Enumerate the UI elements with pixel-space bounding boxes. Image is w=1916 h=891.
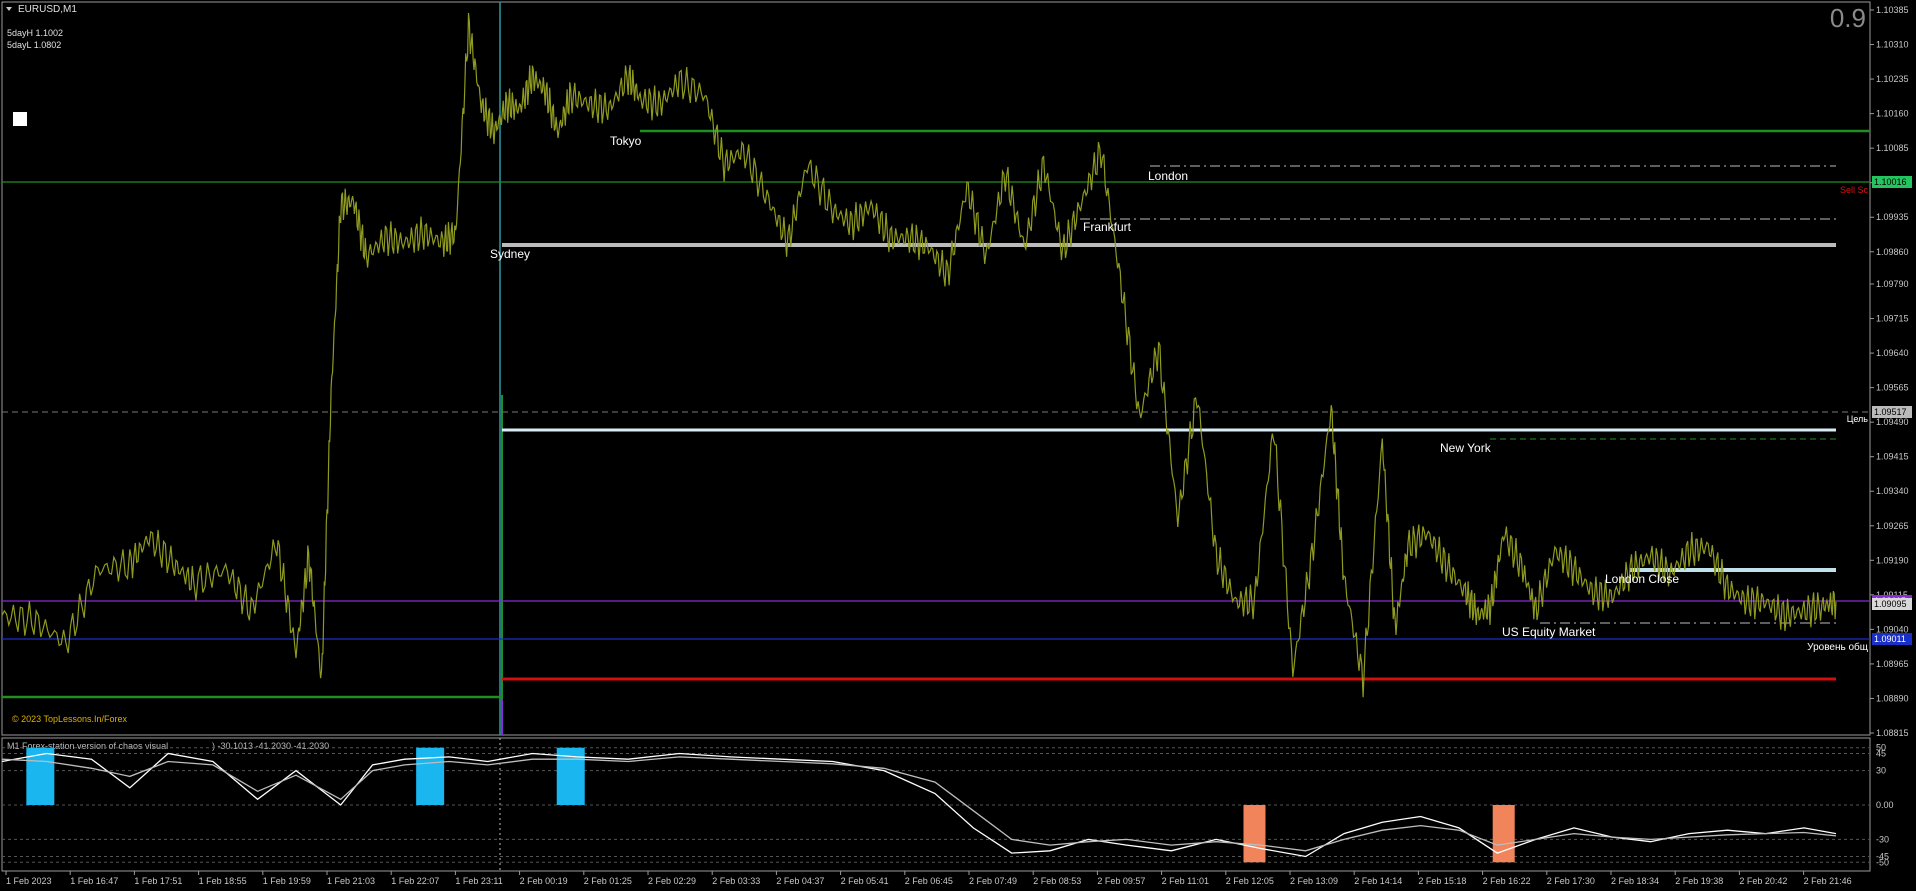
indicator-bar-positive bbox=[416, 747, 445, 805]
indicator-values: ) -30.1013 -41.2030 -41.2030 bbox=[212, 741, 329, 751]
time-axis-label: 1 Feb 21:03 bbox=[327, 876, 375, 886]
indicator-axis-label: 0.00 bbox=[1876, 800, 1894, 810]
level-label-target: Цель bbox=[1847, 414, 1869, 424]
time-axis-label: 2 Feb 20:42 bbox=[1739, 876, 1787, 886]
price-tag-green-text: 1.10016 bbox=[1874, 177, 1907, 187]
time-axis-label: 1 Feb 23:11 bbox=[455, 876, 502, 886]
time-axis-label: 2 Feb 09:57 bbox=[1097, 876, 1145, 886]
session-label-frankfurt: Frankfurt bbox=[1083, 220, 1132, 234]
price-axis-label: 1.09415 bbox=[1876, 452, 1909, 462]
time-axis-label: 1 Feb 19:59 bbox=[263, 876, 311, 886]
time-axis-label: 2 Feb 02:29 bbox=[648, 876, 696, 886]
session-label-new-york: New York bbox=[1440, 441, 1492, 455]
time-axis-label: 2 Feb 00:19 bbox=[520, 876, 568, 886]
time-axis-label: 2 Feb 11:01 bbox=[1162, 876, 1209, 886]
price-axis-label: 1.09640 bbox=[1876, 348, 1909, 358]
time-axis-label: 2 Feb 08:53 bbox=[1033, 876, 1081, 886]
session-label-us-equity: US Equity Market bbox=[1502, 625, 1596, 639]
price-axis-label: 1.09040 bbox=[1876, 624, 1909, 634]
indicator-bar-negative bbox=[1492, 805, 1515, 863]
time-axis-label: 2 Feb 15:18 bbox=[1418, 876, 1466, 886]
indicator-axis-label: -50 bbox=[1876, 857, 1889, 867]
level-label-sell: Sell Sc bbox=[1840, 185, 1869, 195]
price-tag-blue-text: 1.09011 bbox=[1874, 634, 1906, 644]
level-label-general: Уровень общ bbox=[1807, 641, 1868, 653]
price-tag-dash-text: 1.09517 bbox=[1874, 407, 1907, 417]
price-axis-label: 1.10385 bbox=[1876, 5, 1909, 15]
price-axis-label: 1.09860 bbox=[1876, 247, 1909, 257]
time-axis-label: 2 Feb 18:34 bbox=[1611, 876, 1659, 886]
time-axis-label: 1 Feb 18:55 bbox=[199, 876, 247, 886]
time-axis-label: 1 Feb 16:47 bbox=[70, 876, 118, 886]
time-axis-label: 1 Feb 17:51 bbox=[134, 876, 182, 886]
time-axis-label: 2 Feb 19:38 bbox=[1675, 876, 1723, 886]
time-axis-label: 2 Feb 03:33 bbox=[712, 876, 760, 886]
time-axis-label: 2 Feb 13:09 bbox=[1290, 876, 1338, 886]
five-day-low: 5dayL 1.0802 bbox=[7, 40, 61, 50]
session-label-sydney: Sydney bbox=[490, 247, 530, 261]
time-axis-label: 2 Feb 12:05 bbox=[1226, 876, 1274, 886]
session-label-london-close: London Close bbox=[1605, 572, 1679, 586]
price-axis-label: 1.10160 bbox=[1876, 109, 1909, 119]
spread-value: 0.9 bbox=[1830, 3, 1866, 33]
time-axis-label: 2 Feb 04:37 bbox=[776, 876, 824, 886]
copyright-text: © 2023 TopLessons.In/Forex bbox=[12, 714, 128, 724]
price-axis-label: 1.10085 bbox=[1876, 143, 1909, 153]
indicator-axis-label: 45 bbox=[1876, 748, 1886, 758]
time-axis-label: 2 Feb 06:45 bbox=[905, 876, 953, 886]
checkbox-square[interactable] bbox=[13, 112, 27, 126]
indicator-axis-label: 30 bbox=[1876, 766, 1886, 776]
time-axis-label: 2 Feb 16:22 bbox=[1483, 876, 1531, 886]
price-axis-label: 1.08965 bbox=[1876, 659, 1909, 669]
time-axis-label: 2 Feb 21:46 bbox=[1804, 876, 1852, 886]
time-axis-label: 2 Feb 01:25 bbox=[584, 876, 632, 886]
price-axis-label: 1.09565 bbox=[1876, 383, 1909, 393]
price-axis-label: 1.10310 bbox=[1876, 40, 1909, 50]
price-tag-current-text: 1.09095 bbox=[1874, 599, 1907, 609]
time-axis-label: 2 Feb 05:41 bbox=[841, 876, 889, 886]
price-axis-label: 1.08815 bbox=[1876, 728, 1909, 738]
time-axis-label: 2 Feb 17:30 bbox=[1547, 876, 1595, 886]
price-axis-label: 1.09790 bbox=[1876, 279, 1909, 289]
symbol-title: EURUSD,M1 bbox=[18, 4, 77, 15]
indicator-bar-negative bbox=[1243, 805, 1266, 863]
time-axis-label: 1 Feb 2023 bbox=[6, 876, 52, 886]
trading-chart[interactable]: EURUSD,M1 5dayH 1.1002 5dayL 1.0802 0.9 … bbox=[0, 0, 1916, 891]
price-axis-label: 1.10235 bbox=[1876, 74, 1909, 84]
time-axis-label: 1 Feb 22:07 bbox=[391, 876, 439, 886]
session-label-tokyo: Tokyo bbox=[610, 134, 642, 148]
price-axis-label: 1.09935 bbox=[1876, 212, 1909, 222]
price-axis-label: 1.09190 bbox=[1876, 555, 1909, 565]
session-label-london: London bbox=[1148, 169, 1188, 183]
price-axis-label: 1.09715 bbox=[1876, 314, 1909, 324]
indicator-axis-label: -30 bbox=[1876, 834, 1889, 844]
price-axis-label: 1.08890 bbox=[1876, 693, 1909, 703]
chart-background bbox=[0, 0, 1916, 891]
five-day-high: 5dayH 1.1002 bbox=[7, 28, 63, 38]
time-axis-label: 2 Feb 14:14 bbox=[1354, 876, 1402, 886]
price-axis-label: 1.09490 bbox=[1876, 417, 1909, 427]
price-axis-label: 1.09340 bbox=[1876, 486, 1909, 496]
price-axis-label: 1.09265 bbox=[1876, 521, 1909, 531]
time-axis-label: 2 Feb 07:49 bbox=[969, 876, 1017, 886]
